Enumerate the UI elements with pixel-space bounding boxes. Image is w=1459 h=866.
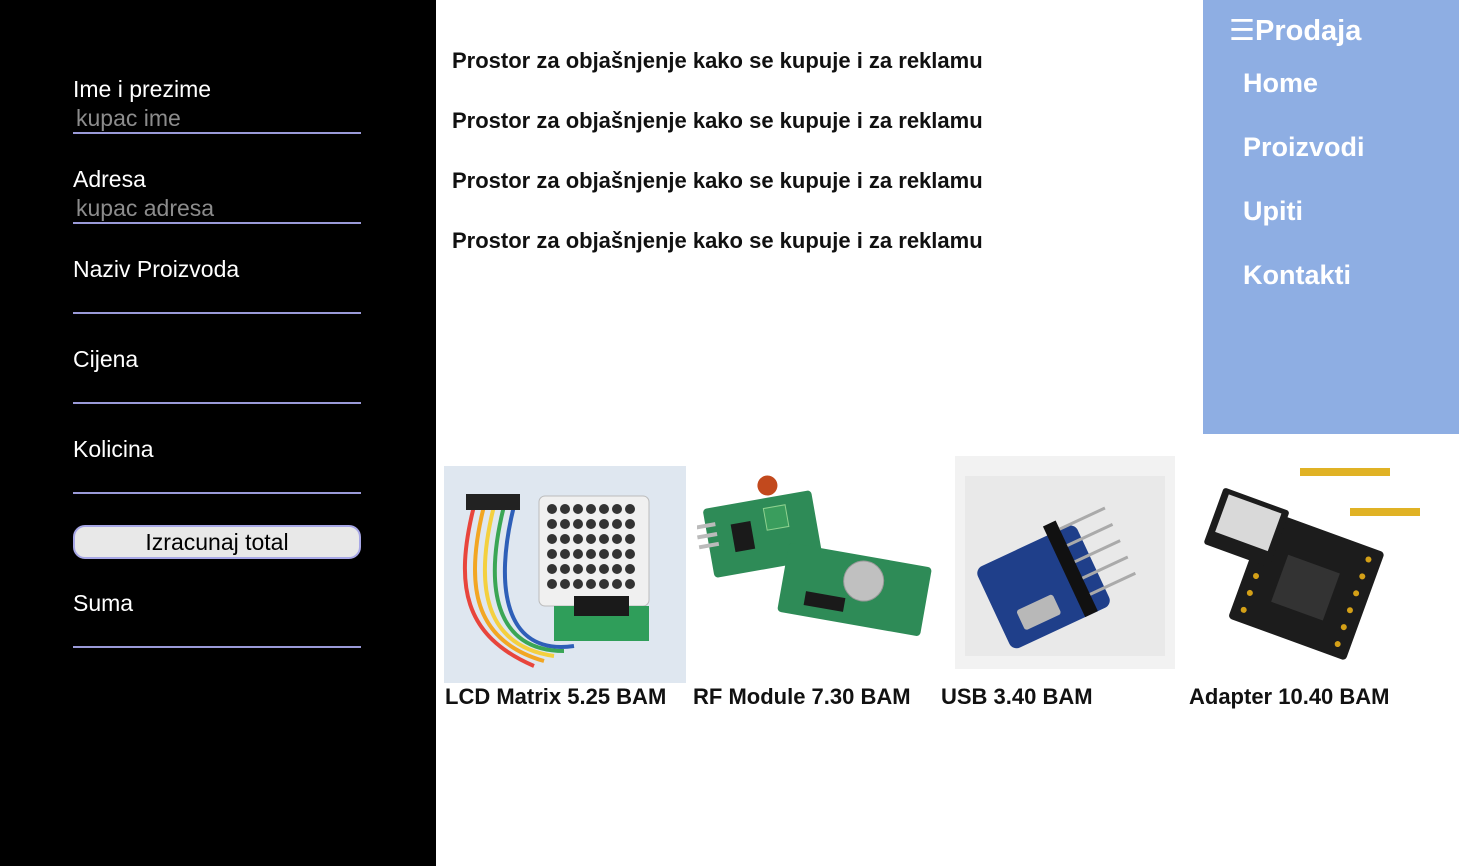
- quantity-input[interactable]: [73, 464, 361, 494]
- product-name-input[interactable]: [73, 284, 361, 314]
- product-caption-adapter: Adapter 10.40 BAM: [1189, 684, 1390, 709]
- product-caption-usb: USB 3.40 BAM: [941, 684, 1093, 709]
- calculate-total-button[interactable]: Izracunaj total: [73, 525, 361, 559]
- promo-text-4: Prostor za objašnjenje kako se kupuje i …: [452, 228, 983, 253]
- promo-text-3: Prostor za objašnjenje kako se kupuje i …: [452, 168, 983, 193]
- nav-item-proizvodi[interactable]: Proizvodi: [1243, 131, 1365, 163]
- name-label: Ime i prezime: [73, 76, 212, 102]
- promo-text-1: Prostor za objašnjenje kako se kupuje i …: [452, 48, 983, 73]
- nav-item-home[interactable]: Home: [1243, 67, 1318, 99]
- hamburger-menu-icon[interactable]: ☰: [1229, 15, 1255, 47]
- promo-text-2: Prostor za objašnjenje kako se kupuje i …: [452, 108, 983, 133]
- nav-title[interactable]: ☰Prodaja: [1229, 14, 1361, 48]
- led-matrix-module-image: [444, 466, 686, 683]
- nav-title-text: Prodaja: [1255, 15, 1362, 47]
- name-input[interactable]: [73, 104, 361, 134]
- address-label: Adresa: [73, 166, 146, 192]
- price-input[interactable]: [73, 374, 361, 404]
- quantity-label: Kolicina: [73, 436, 154, 462]
- order-form-panel: Ime i prezime Adresa Naziv Proizvoda Cij…: [0, 0, 436, 866]
- rf-module-image: [697, 460, 933, 660]
- address-input[interactable]: [73, 194, 361, 224]
- product-caption-lcd-matrix: LCD Matrix 5.25 BAM: [445, 684, 667, 709]
- product-name-label: Naziv Proizvoda: [73, 256, 240, 282]
- sum-output: [73, 646, 361, 648]
- nav-item-kontakti[interactable]: Kontakti: [1243, 259, 1351, 291]
- esp-adapter-board-image: [1200, 458, 1425, 663]
- sum-label: Suma: [73, 590, 134, 616]
- nav-sidebar: ☰Prodaja Home Proizvodi Upiti Kontakti: [1203, 0, 1459, 434]
- nav-item-upiti[interactable]: Upiti: [1243, 195, 1303, 227]
- price-label: Cijena: [73, 346, 139, 372]
- usb-breakout-image: [955, 456, 1175, 669]
- product-caption-rf-module: RF Module 7.30 BAM: [693, 684, 911, 709]
